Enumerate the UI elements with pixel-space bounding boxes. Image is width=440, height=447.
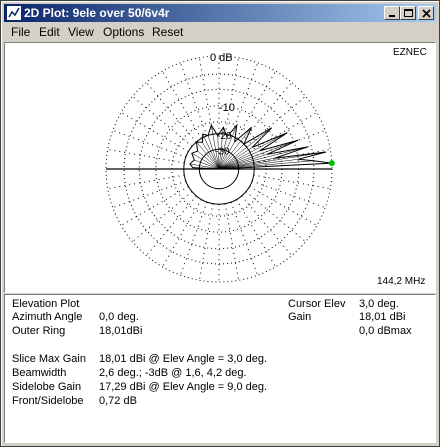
gain-label: Gain bbox=[288, 311, 312, 323]
grid-spoke bbox=[145, 82, 197, 143]
ring-label-minus20: -20 bbox=[217, 131, 232, 142]
ring-label-minus30: -30 bbox=[215, 146, 230, 157]
window-title: 2D Plot: 9ele over 50/6v4r bbox=[24, 6, 170, 20]
app-icon bbox=[7, 6, 21, 20]
frequency-label: 144,2 MHz bbox=[377, 276, 425, 287]
pattern-spokes bbox=[189, 125, 332, 170]
grid-spoke bbox=[120, 186, 189, 226]
azimuth-label: Azimuth Angle bbox=[12, 311, 83, 323]
menu-reset[interactable]: Reset bbox=[152, 25, 183, 39]
grid-spoke bbox=[236, 199, 276, 268]
menu-options[interactable]: Options bbox=[103, 25, 144, 39]
outer-ring-label: Outer Ring bbox=[12, 325, 66, 337]
beamwidth-label: Beamwidth bbox=[12, 367, 67, 379]
menu-file-label: File bbox=[11, 25, 31, 39]
ring-label-0db: 0 dB bbox=[210, 52, 233, 64]
maximize-icon bbox=[404, 9, 413, 17]
minimize-button[interactable] bbox=[384, 6, 400, 20]
grid-spoke bbox=[249, 186, 318, 226]
sidelobe-label: Sidelobe Gain bbox=[12, 381, 82, 393]
beamwidth-value: 2,6 deg.; -3dB @ 1,6, 4,2 deg. bbox=[99, 367, 247, 379]
ring-label-minus10: -10 bbox=[219, 102, 235, 114]
close-icon bbox=[422, 9, 431, 18]
menu-view[interactable]: View bbox=[68, 25, 94, 39]
info-panel: Elevation Plot Azimuth Angle 0,0 deg. Ou… bbox=[4, 294, 436, 443]
polar-plot: 0 dB -10 -20 -30 EZNEC 144,2 MHz bbox=[105, 47, 427, 287]
front-sidelobe-label: Front/Sidelobe bbox=[12, 395, 84, 407]
grid-spoke bbox=[162, 199, 202, 268]
menu-edit-label: Edit bbox=[39, 25, 60, 39]
grid-spoke bbox=[107, 174, 185, 190]
cursor-elev-label: Cursor Elev bbox=[288, 298, 346, 310]
maximize-button[interactable] bbox=[400, 6, 416, 20]
front-sidelobe-value: 0,72 dB bbox=[99, 395, 137, 407]
slice-max-label: Slice Max Gain bbox=[12, 353, 86, 365]
close-button[interactable] bbox=[418, 6, 434, 20]
menu-view-label: View bbox=[68, 25, 94, 39]
outer-ring-value: 18,01dBi bbox=[99, 325, 143, 337]
menu-edit[interactable]: Edit bbox=[39, 25, 60, 39]
grid-spoke bbox=[132, 191, 193, 243]
menu-reset-label: Reset bbox=[152, 25, 184, 39]
sidelobe-value: 17,29 dBi @ Elev Angle = 9,0 deg. bbox=[99, 381, 268, 393]
slice-max-value: 18,01 dBi @ Elev Angle = 3,0 deg. bbox=[99, 353, 268, 365]
grid-spoke bbox=[224, 57, 240, 135]
polar-plot-panel: 0 dB -10 -20 -30 EZNEC 144,2 MHz bbox=[4, 42, 436, 293]
pattern-spoke bbox=[218, 159, 299, 170]
minimize-icon bbox=[389, 15, 395, 17]
menu-options-label: Options bbox=[103, 25, 145, 39]
menu-bar: File Edit View Options Reset bbox=[4, 23, 436, 42]
menu-file[interactable]: File bbox=[11, 25, 30, 39]
brand-label: EZNEC bbox=[393, 47, 427, 58]
plot-type-label: Elevation Plot bbox=[12, 298, 80, 310]
gain-value: 18,01 dBi bbox=[359, 311, 406, 323]
azimuth-value: 0,0 deg. bbox=[99, 311, 139, 323]
title-bar[interactable]: 2D Plot: 9ele over 50/6v4r bbox=[4, 4, 436, 22]
cursor-marker[interactable] bbox=[328, 160, 335, 167]
plot-window: 2D Plot: 9ele over 50/6v4r File Edit Vie… bbox=[0, 0, 440, 447]
grid-spoke bbox=[224, 203, 240, 281]
gain-dbmax-value: 0,0 dBmax bbox=[359, 325, 412, 337]
grid-spoke bbox=[145, 195, 197, 256]
grid-spoke bbox=[241, 195, 293, 256]
cursor-elev-value: 3,0 deg. bbox=[359, 298, 399, 310]
grid-spoke bbox=[198, 57, 214, 135]
grid-spoke bbox=[198, 203, 214, 281]
